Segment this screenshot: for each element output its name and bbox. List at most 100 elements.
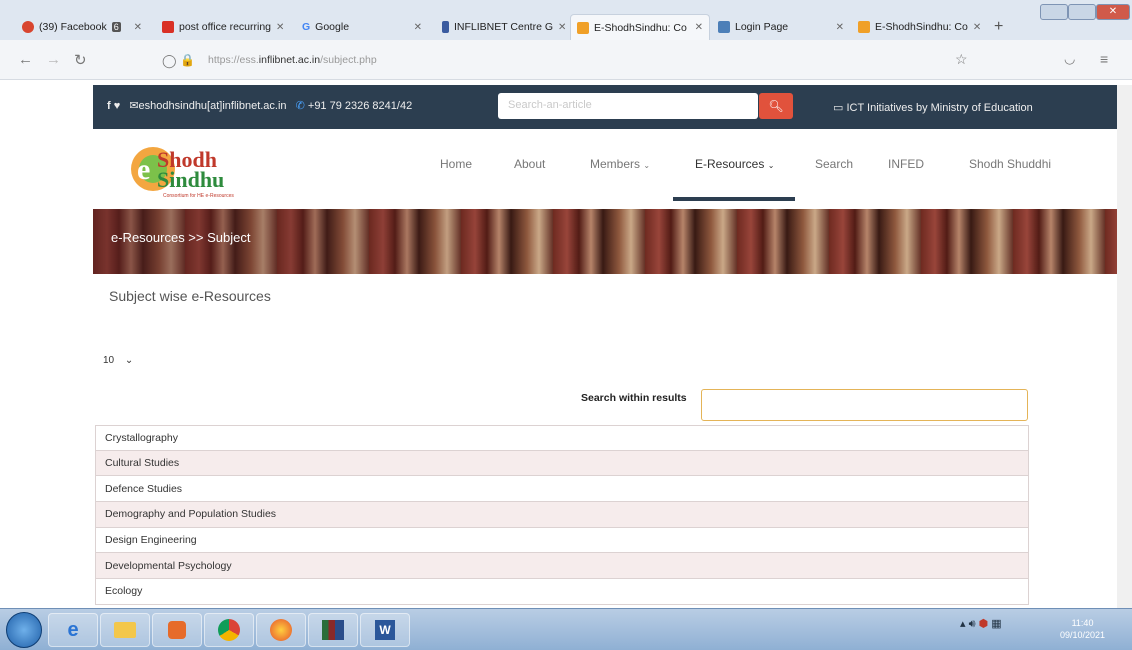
subject-link[interactable]: Design Engineering [105, 534, 197, 546]
taskbar-clock[interactable]: 11:40 09/10/2021 [1060, 617, 1105, 641]
subject-link[interactable]: Demography and Population Studies [105, 508, 276, 520]
shield-icon[interactable]: ◯ [162, 53, 177, 69]
search-icon: 🔍︎ [768, 99, 784, 113]
clock-date: 09/10/2021 [1060, 630, 1106, 640]
taskbar-library[interactable] [308, 613, 358, 647]
nav-members[interactable]: Members ⌄ [590, 157, 650, 171]
menu-hamburger-icon[interactable]: ≡ [1100, 51, 1108, 67]
tab-label: E-ShodhSindhu: Co [875, 21, 968, 33]
nav-eresources[interactable]: E-Resources ⌄ [695, 157, 774, 171]
table-row[interactable]: Demography and Population Studies [95, 502, 1029, 528]
active-nav-underline [673, 197, 795, 201]
security-icon[interactable]: ⬢ [979, 618, 989, 630]
page-banner: e-Resources >> Subject [93, 209, 1117, 274]
minimize-button[interactable] [1040, 4, 1068, 20]
twitter-icon[interactable]: ♥ [114, 100, 121, 112]
tab-favicon-icon [162, 21, 174, 33]
tab-eshodhsindhu-2[interactable]: E-ShodhSindhu: Co ✕ [852, 14, 986, 40]
table-row[interactable]: Ecology [95, 579, 1029, 605]
windows-taskbar: e W ▴ 🔊︎ ⬢ ▦ 11:40 09/10/2021 [0, 608, 1132, 650]
table-row[interactable]: Developmental Psychology [95, 553, 1029, 580]
new-tab-plus-icon[interactable]: + [994, 18, 1003, 36]
window-close-button[interactable]: ✕ [1096, 4, 1130, 20]
close-icon[interactable]: ✕ [695, 22, 703, 33]
mail-icon: ✉ [129, 100, 139, 112]
page-title: Subject wise e-Resources [109, 288, 271, 304]
chrome-icon [218, 619, 240, 641]
tab-label: (39) Facebook [39, 21, 107, 33]
nav-search[interactable]: Search [815, 157, 853, 171]
article-search-input[interactable]: Search-an-article [498, 93, 758, 119]
subject-link[interactable]: Defence Studies [105, 483, 182, 495]
taskbar-chrome[interactable] [204, 613, 254, 647]
subject-link[interactable]: Crystallography [105, 432, 178, 444]
contact-info: f ♥ ✉eshodhsindhu[at]inflibnet.ac.in ✆ +… [107, 99, 412, 112]
tab-facebook[interactable]: (39) Facebook 6 ✕ [16, 14, 148, 40]
taskbar-word[interactable]: W [360, 613, 410, 647]
taskbar-firefox[interactable] [256, 613, 306, 647]
forward-arrow-icon[interactable]: → [46, 51, 61, 68]
taskbar-media[interactable] [152, 613, 202, 647]
taskbar-ie[interactable]: e [48, 613, 98, 647]
chevron-down-icon: ⌄ [767, 161, 775, 170]
url-text[interactable]: https://ess.inflibnet.ac.in/subject.php [208, 54, 377, 66]
back-arrow-icon[interactable]: ← [18, 51, 33, 68]
tab-login-page[interactable]: Login Page ✕ [712, 14, 850, 40]
lock-icon[interactable]: 🔒 [180, 53, 195, 67]
close-icon[interactable]: ✕ [276, 22, 284, 33]
reload-icon[interactable]: ↻ [74, 51, 87, 69]
ict-initiatives-link[interactable]: ▭ ICT Initiatives by Ministry of Educati… [833, 101, 1033, 114]
system-tray: ▴ 🔊︎ ⬢ ▦ [960, 617, 1002, 631]
tray-arrow-icon[interactable]: ▴ [960, 618, 966, 630]
close-icon[interactable]: ✕ [836, 22, 844, 33]
notification-badge: 6 [111, 22, 121, 32]
tab-label: E-ShodhSindhu: Co [594, 21, 687, 34]
tab-label: Google [315, 21, 350, 33]
close-icon[interactable]: ✕ [414, 22, 422, 33]
network-icon[interactable]: ▦ [991, 618, 1001, 630]
close-icon[interactable]: ✕ [973, 22, 981, 33]
subject-table: Crystallography Cultural Studies Defence… [95, 425, 1029, 605]
subject-link[interactable]: Ecology [105, 585, 142, 597]
entries-per-page-select[interactable]: 10 ⌄ [103, 355, 133, 366]
taskbar-explorer[interactable] [100, 613, 150, 647]
search-within-input[interactable] [701, 389, 1028, 421]
tab-google[interactable]: G Google ✕ [296, 14, 428, 40]
search-button[interactable]: 🔍︎ [759, 93, 793, 119]
logo-prefix: e [137, 153, 150, 186]
tab-inflibnet[interactable]: INFLIBNET Centre G ✕ [436, 14, 568, 40]
page-scrollbar[interactable] [1117, 85, 1132, 609]
bookmark-star-icon[interactable]: ☆ [955, 51, 968, 68]
eshodhsindhu-logo[interactable]: e Shodh Sindhu Consortium for HE e-Resou… [123, 139, 283, 199]
search-within-label: Search within results [581, 392, 687, 404]
nav-infed[interactable]: INFED [888, 157, 924, 171]
nav-home[interactable]: Home [440, 157, 472, 171]
tab-eshodhsindhu-active[interactable]: E-ShodhSindhu: Co ✕ [570, 14, 710, 40]
table-row[interactable]: Crystallography [95, 425, 1029, 451]
table-row[interactable]: Cultural Studies [95, 450, 1029, 477]
tab-favicon-icon [442, 21, 449, 33]
nav-about[interactable]: About [514, 157, 545, 171]
tab-post-office[interactable]: post office recurring ✕ [156, 14, 288, 40]
tab-favicon-icon [577, 21, 589, 34]
close-icon[interactable]: ✕ [134, 22, 142, 33]
subject-link[interactable]: Cultural Studies [105, 457, 179, 469]
start-button[interactable] [6, 612, 42, 648]
close-icon[interactable]: ✕ [558, 22, 566, 33]
table-row[interactable]: Design Engineering [95, 527, 1029, 554]
contact-phone: +91 79 2326 8241/42 [307, 100, 413, 112]
nav-shodh-shuddhi[interactable]: Shodh Shuddhi [969, 157, 1051, 171]
pocket-icon[interactable]: ◡ [1064, 51, 1075, 67]
search-placeholder: Search-an-article [508, 99, 592, 111]
table-row[interactable]: Defence Studies [95, 476, 1029, 503]
maximize-button[interactable] [1068, 4, 1096, 20]
clock-time: 11:40 [1071, 618, 1094, 628]
browser-tab-bar: (39) Facebook 6 ✕ post office recurring … [0, 0, 1132, 40]
site-top-strip: f ♥ ✉eshodhsindhu[at]inflibnet.ac.in ✆ +… [93, 85, 1117, 129]
facebook-icon[interactable]: f [107, 100, 111, 112]
facebook-favicon-icon [22, 21, 34, 33]
volume-icon[interactable]: 🔊︎ [969, 618, 976, 630]
subject-link[interactable]: Developmental Psychology [105, 560, 232, 572]
contact-email[interactable]: eshodhsindhu[at]inflibnet.ac.in [139, 100, 287, 112]
books-icon [322, 620, 344, 640]
